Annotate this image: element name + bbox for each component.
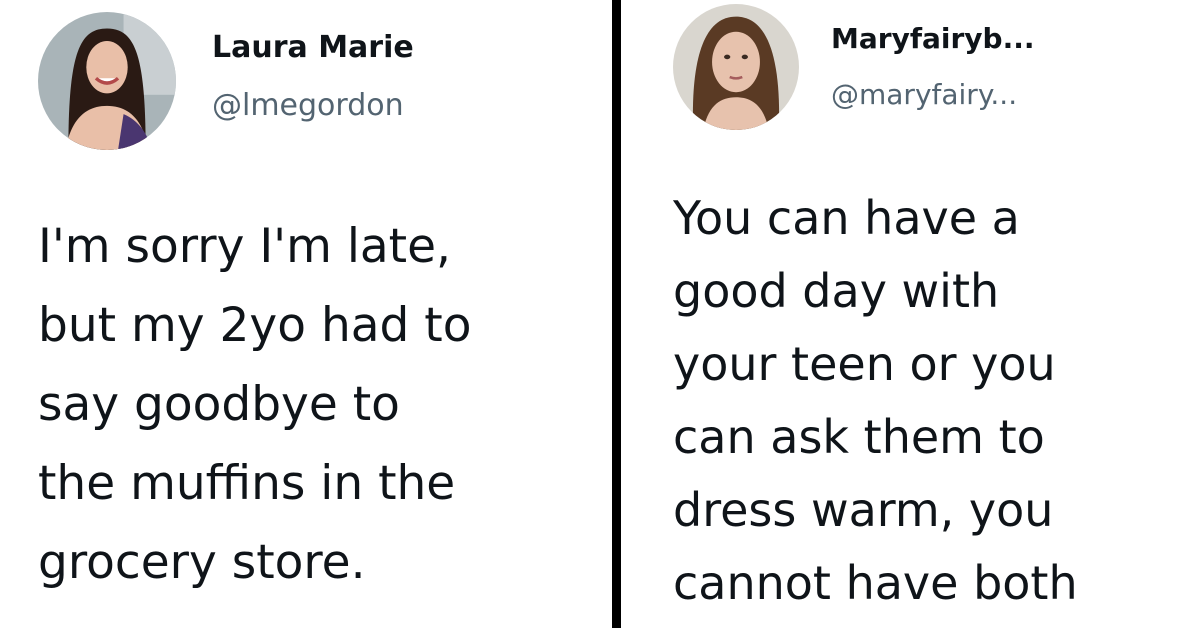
tweet-text-line: grocery store. bbox=[38, 535, 366, 590]
tweet-text-line: dress warm, you bbox=[673, 483, 1054, 537]
tweet-text-line: I'm sorry I'm late, bbox=[38, 219, 451, 274]
meme-canvas: Laura Marie @lmegordon I'm sorry I'm lat… bbox=[0, 0, 1200, 628]
tweet-card-right: Maryfairyb... @maryfairy... You can have… bbox=[621, 0, 1200, 628]
panel-divider bbox=[612, 0, 621, 628]
avatar[interactable] bbox=[673, 4, 799, 130]
avatar[interactable] bbox=[38, 12, 176, 150]
tweet-text-line: but my 2yo had to bbox=[38, 298, 472, 353]
tweet-text-line: can ask them to bbox=[673, 410, 1045, 464]
tweet-text: You can have a good day with your teen o… bbox=[673, 182, 1078, 620]
profile-photo-icon bbox=[673, 4, 799, 130]
tweet-card-left: Laura Marie @lmegordon I'm sorry I'm lat… bbox=[0, 0, 612, 628]
tweet-text-line: say goodbye to bbox=[38, 377, 400, 432]
display-name[interactable]: Maryfairyb... bbox=[831, 22, 1035, 55]
profile-photo-icon bbox=[38, 12, 176, 150]
tweet-text-line: You can have a bbox=[673, 191, 1020, 245]
tweet-text-line: the muffins in the bbox=[38, 456, 456, 511]
tweet-text-line: good day with bbox=[673, 264, 1000, 318]
tweet-text: I'm sorry I'm late, but my 2yo had to sa… bbox=[38, 207, 472, 602]
tweet-text-line: your teen or you bbox=[673, 337, 1056, 391]
user-handle[interactable]: @maryfairy... bbox=[831, 78, 1017, 111]
display-name[interactable]: Laura Marie bbox=[212, 30, 414, 65]
tweet-text-line: cannot have both bbox=[673, 556, 1078, 610]
user-handle[interactable]: @lmegordon bbox=[212, 88, 404, 123]
